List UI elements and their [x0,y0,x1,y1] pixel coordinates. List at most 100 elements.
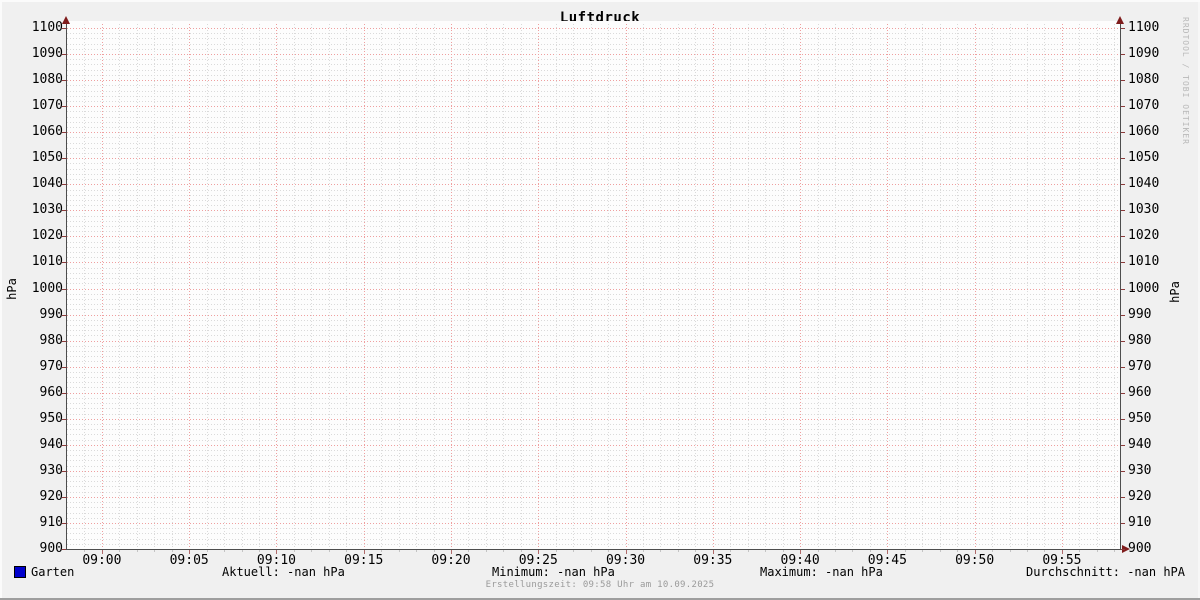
y-tick-label-left: 930 [13,464,63,477]
x-tick-mark-minor [660,550,661,552]
x-tick-mark-minor [1114,550,1115,552]
y-tick-label-right: 990 [1128,308,1178,321]
x-tick-mark-minor [84,550,85,552]
y-tick-mark-left [62,341,66,342]
y-tick-mark-right [1121,523,1125,524]
x-tick-mark-minor [591,550,592,552]
y-tick-mark-left [62,106,66,107]
x-tick-mark-minor [957,550,958,552]
x-tick-mark-minor [852,550,853,552]
legend-color-swatch [14,566,26,578]
y-tick-mark-left [62,393,66,394]
x-tick-label: 09:05 [159,554,219,567]
y-tick-mark-right [1121,289,1125,290]
y-tick-mark-right [1121,132,1125,133]
y-tick-mark-left [62,523,66,524]
x-tick-mark-minor [329,550,330,552]
tick-layer: 9009009109109209209309309409409509509609… [0,0,1200,600]
y-tick-mark-right [1121,419,1125,420]
y-tick-mark-right [1121,28,1125,29]
x-tick-mark-minor [311,550,312,552]
legend-stat-minimum: Minimum: -nan hPa [492,565,615,579]
x-tick-mark-minor [1097,550,1098,552]
y-tick-label-left: 1050 [13,151,63,164]
y-tick-label-right: 1050 [1128,151,1178,164]
x-tick-mark-minor [1044,550,1045,552]
y-tick-label-right: 980 [1128,334,1178,347]
x-tick-label: 09:00 [72,554,132,567]
y-tick-mark-left [62,497,66,498]
y-tick-mark-right [1121,445,1125,446]
y-tick-label-right: 1100 [1128,21,1178,34]
y-tick-label-left: 1060 [13,125,63,138]
x-tick-mark-minor [1079,550,1080,552]
y-tick-label-right: 1020 [1128,229,1178,242]
y-tick-label-right: 970 [1128,360,1178,373]
x-tick-mark-minor [119,550,120,552]
x-tick-mark-minor [294,550,295,552]
y-tick-mark-right [1121,80,1125,81]
y-tick-label-left: 980 [13,334,63,347]
x-tick-mark-minor [783,550,784,552]
y-tick-label-right: 1090 [1128,47,1178,60]
x-tick-mark-minor [922,550,923,552]
y-tick-label-right: 1010 [1128,255,1178,268]
y-tick-mark-right [1121,54,1125,55]
x-tick-label: 09:50 [945,554,1005,567]
y-tick-mark-right [1121,341,1125,342]
y-tick-label-left: 960 [13,386,63,399]
creation-timestamp: Erstellungszeit: 09:58 Uhr am 10.09.2025 [0,580,1200,590]
x-tick-mark-minor [416,550,417,552]
y-tick-mark-left [62,184,66,185]
y-tick-mark-left [62,419,66,420]
y-tick-mark-right [1121,315,1125,316]
x-tick-mark-minor [242,550,243,552]
x-tick-mark-minor [695,550,696,552]
y-tick-label-left: 970 [13,360,63,373]
x-tick-mark-minor [556,550,557,552]
x-tick-mark-minor [468,550,469,552]
y-tick-mark-left [62,236,66,237]
y-tick-label-left: 1080 [13,73,63,86]
y-tick-label-left: 1020 [13,229,63,242]
x-tick-mark-minor [1027,550,1028,552]
y-tick-label-right: 930 [1128,464,1178,477]
x-tick-mark-minor [399,550,400,552]
y-tick-mark-left [62,54,66,55]
x-tick-label: 09:35 [683,554,743,567]
x-tick-mark-minor [1010,550,1011,552]
y-tick-label-left: 1000 [13,282,63,295]
x-tick-mark-minor [259,550,260,552]
y-tick-label-right: 1000 [1128,282,1178,295]
y-tick-label-right: 900 [1128,542,1178,555]
y-tick-mark-right [1121,367,1125,368]
y-tick-label-left: 920 [13,490,63,503]
x-tick-mark-minor [137,550,138,552]
x-tick-mark-minor [434,550,435,552]
x-tick-mark-minor [172,550,173,552]
legend-stat-maximum: Maximum: -nan hPa [760,565,883,579]
y-tick-mark-left [62,315,66,316]
x-tick-mark-minor [486,550,487,552]
x-tick-mark-minor [730,550,731,552]
x-tick-mark-minor [207,550,208,552]
x-tick-mark-minor [503,550,504,552]
y-tick-label-left: 910 [13,516,63,529]
x-tick-mark-minor [608,550,609,552]
y-tick-mark-left [62,158,66,159]
y-tick-label-right: 960 [1128,386,1178,399]
y-tick-label-right: 1040 [1128,177,1178,190]
y-tick-label-right: 1070 [1128,99,1178,112]
legend-stat-aktuell: Aktuell: -nan hPa [222,565,345,579]
y-tick-label-left: 1090 [13,47,63,60]
y-tick-mark-right [1121,262,1125,263]
x-tick-mark-minor [154,550,155,552]
x-tick-mark-minor [992,550,993,552]
y-tick-label-right: 940 [1128,438,1178,451]
y-tick-mark-left [62,28,66,29]
y-tick-mark-right [1121,158,1125,159]
x-tick-mark-minor [748,550,749,552]
y-tick-label-left: 900 [13,542,63,555]
x-tick-mark-minor [521,550,522,552]
y-tick-mark-left [62,80,66,81]
